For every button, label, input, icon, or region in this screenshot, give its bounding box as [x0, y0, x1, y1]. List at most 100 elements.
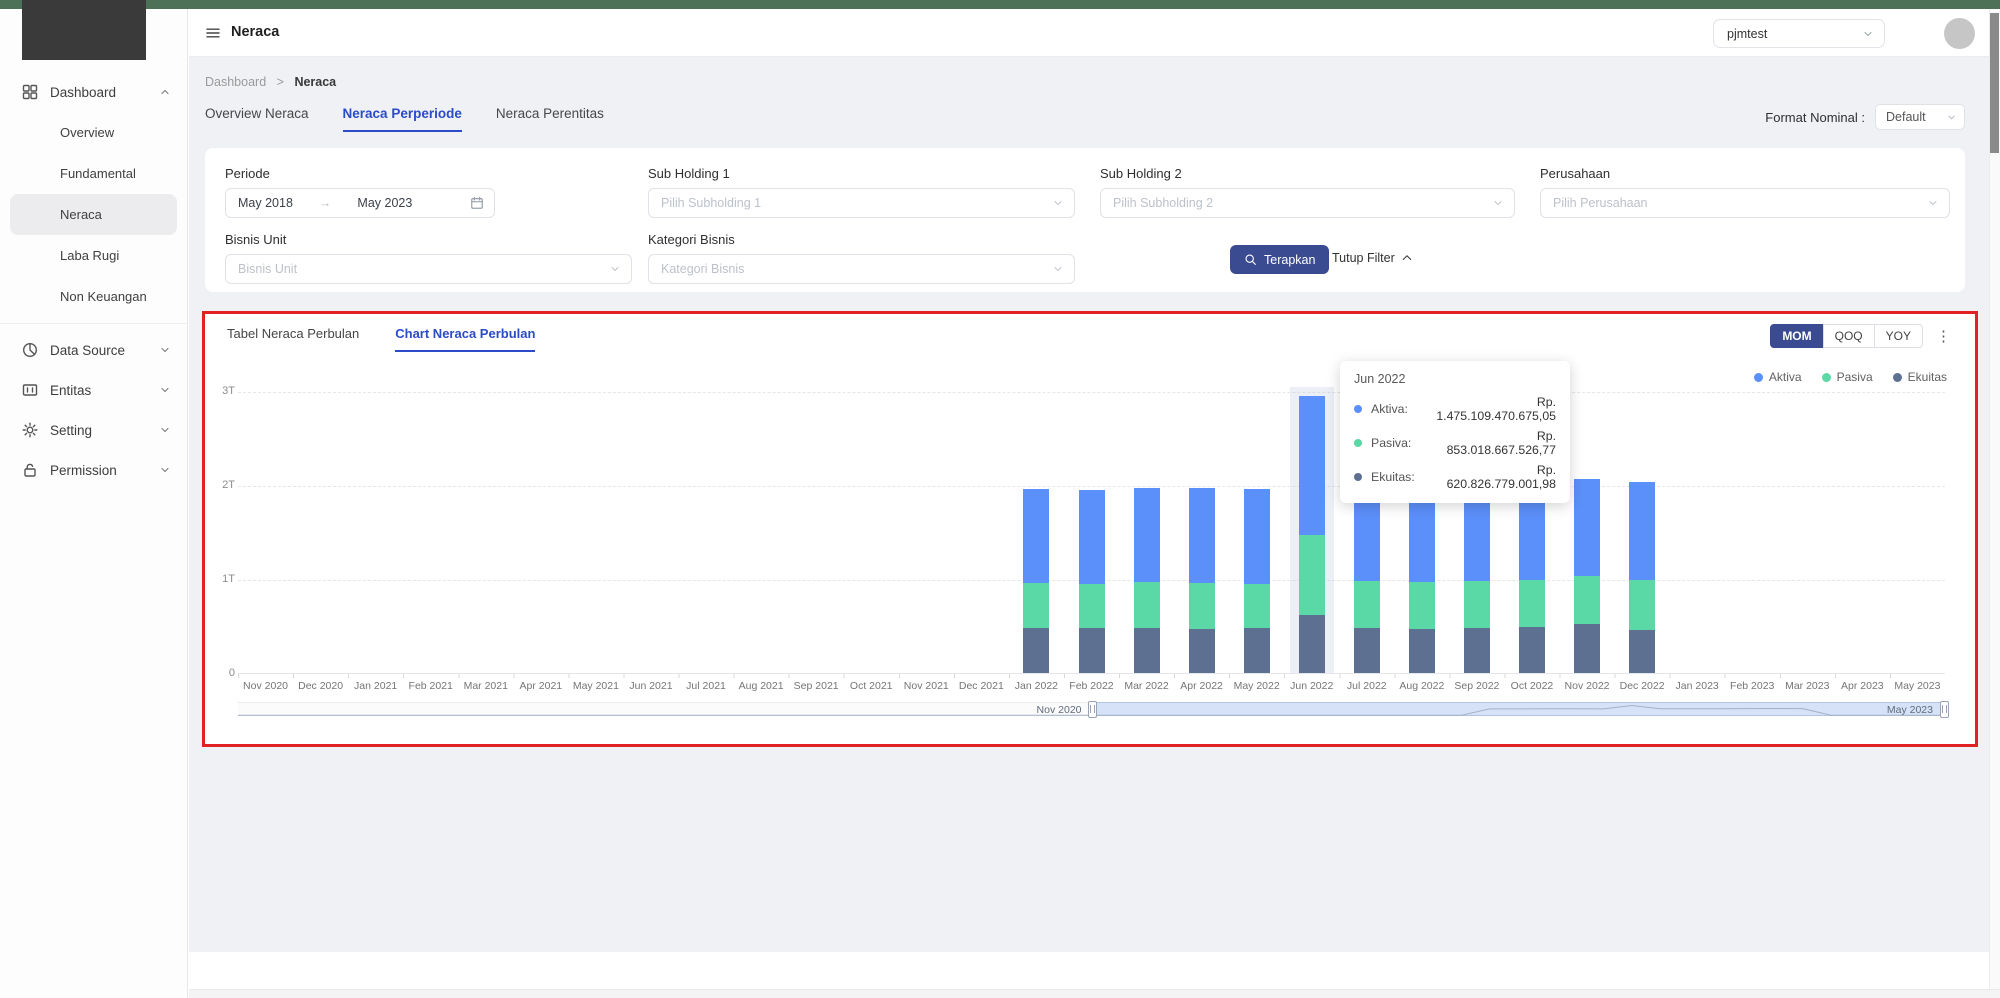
kategori-bisnis-label: Kategori Bisnis [648, 232, 735, 247]
bar-segment-pasiva[interactable] [1629, 580, 1655, 630]
bar-segment-aktiva[interactable] [1299, 396, 1325, 535]
plot-area[interactable] [238, 392, 1945, 674]
bar-segment-pasiva[interactable] [1079, 584, 1105, 628]
sub-holding-2-label: Sub Holding 2 [1100, 166, 1182, 181]
legend-item-pasiva[interactable]: Pasiva [1822, 370, 1873, 384]
datazoom-end-handle[interactable] [1940, 701, 1949, 718]
bar-segment-ekuitas[interactable] [1464, 628, 1490, 673]
sidebar-item-dashboard[interactable]: Dashboard [0, 72, 187, 112]
tooltip-series-value: Rp. 620.826.779.001,98 [1429, 463, 1556, 491]
legend-item-ekuitas[interactable]: Ekuitas [1893, 370, 1947, 384]
sidebar-item-laba-rugi[interactable]: Laba Rugi [10, 235, 177, 276]
bar-segment-pasiva[interactable] [1189, 583, 1215, 629]
sidebar-item-data-source[interactable]: Data Source [0, 330, 187, 370]
bar-segment-pasiva[interactable] [1023, 583, 1049, 628]
bar-segment-pasiva[interactable] [1354, 581, 1380, 628]
horizontal-scrollbar-track[interactable] [189, 989, 2000, 998]
bar-segment-aktiva[interactable] [1079, 490, 1105, 584]
chevron-down-icon [159, 344, 171, 356]
tab-neraca-perentitas[interactable]: Neraca Perentitas [496, 106, 604, 132]
bar-segment-pasiva[interactable] [1134, 582, 1160, 628]
avatar[interactable] [1944, 18, 1975, 49]
y-axis-labels: 3T2T1T0 [211, 392, 237, 674]
close-filter-link[interactable]: Tutup Filter [1332, 251, 1413, 265]
user-select[interactable]: pjmtest [1713, 19, 1885, 48]
bar-segment-aktiva[interactable] [1629, 482, 1655, 580]
bar-segment-ekuitas[interactable] [1079, 628, 1105, 673]
x-axis-label: May 2023 [1890, 680, 1945, 692]
tab-tabel-neraca-perbulan[interactable]: Tabel Neraca Perbulan [227, 326, 359, 352]
app-header: Neraca pjmtest [189, 9, 2000, 57]
legend-label: Pasiva [1837, 370, 1873, 384]
bar-segment-aktiva[interactable] [1574, 479, 1600, 576]
period-button-yoy[interactable]: YOY [1874, 324, 1923, 348]
sub-holding-1-select[interactable]: Pilih Subholding 1 [648, 188, 1075, 218]
bar-segment-pasiva[interactable] [1464, 581, 1490, 628]
bar-segment-ekuitas[interactable] [1574, 624, 1600, 673]
x-axis-label: May 2021 [568, 680, 623, 692]
format-nominal-value: Default [1886, 110, 1926, 124]
breadcrumb-parent[interactable]: Dashboard [205, 75, 266, 89]
kategori-bisnis-select[interactable]: Kategori Bisnis [648, 254, 1075, 284]
bar-segment-aktiva[interactable] [1134, 488, 1160, 582]
bar-segment-pasiva[interactable] [1574, 576, 1600, 624]
x-axis-label: Aug 2022 [1394, 680, 1449, 692]
hamburger-menu-icon[interactable] [205, 25, 221, 41]
sub-holding-2-select[interactable]: Pilih Subholding 2 [1100, 188, 1515, 218]
legend-item-aktiva[interactable]: Aktiva [1754, 370, 1802, 384]
bar-segment-ekuitas[interactable] [1189, 629, 1215, 673]
period-button-mom[interactable]: MOM [1770, 324, 1823, 348]
tooltip-series-label: Ekuitas: [1371, 470, 1429, 484]
sidebar-item-non-keuangan[interactable]: Non Keuangan [10, 276, 177, 317]
chart-legend: Aktiva Pasiva Ekuitas [1754, 370, 1947, 384]
sidebar-item-permission[interactable]: Permission [0, 450, 187, 490]
bar-segment-aktiva[interactable] [1189, 488, 1215, 583]
bar-segment-ekuitas[interactable] [1629, 630, 1655, 673]
perusahaan-select[interactable]: Pilih Perusahaan [1540, 188, 1950, 218]
bar-segment-ekuitas[interactable] [1299, 615, 1325, 673]
sidebar-nav: DashboardOverviewFundamentalNeracaLaba R… [0, 72, 187, 490]
sidebar-item-entitas[interactable]: Entitas [0, 370, 187, 410]
vertical-scrollbar-thumb[interactable] [1990, 13, 1999, 153]
vertical-scrollbar-track[interactable] [1989, 9, 2000, 998]
bar-segment-ekuitas[interactable] [1134, 628, 1160, 673]
bar-segment-aktiva[interactable] [1244, 489, 1270, 584]
bar-segment-pasiva[interactable] [1299, 534, 1325, 614]
datazoom-start-handle[interactable] [1088, 701, 1097, 718]
sidebar-item-setting[interactable]: Setting [0, 410, 187, 450]
sidebar-item-neraca[interactable]: Neraca [10, 194, 177, 235]
filter-card: Periode May 2018 → May 2023 Sub Holding … [205, 148, 1965, 292]
tab-overview-neraca[interactable]: Overview Neraca [205, 106, 309, 132]
tab-neraca-perperiode[interactable]: Neraca Perperiode [343, 106, 462, 132]
bar-segment-ekuitas[interactable] [1354, 628, 1380, 673]
periode-range-input[interactable]: May 2018 → May 2023 [225, 188, 495, 218]
sidebar-item-overview[interactable]: Overview [10, 112, 177, 153]
tooltip-series-value: Rp. 853.018.667.526,77 [1429, 429, 1556, 457]
x-axis-label: Dec 2022 [1615, 680, 1670, 692]
tooltip-series-dot [1354, 473, 1362, 481]
chevron-down-icon [1946, 112, 1957, 123]
periode-end-value[interactable]: May 2023 [357, 196, 412, 210]
bar-segment-aktiva[interactable] [1023, 489, 1049, 583]
bar-segment-pasiva[interactable] [1409, 582, 1435, 629]
kebab-menu-icon[interactable]: ⋮ [1936, 327, 1951, 347]
bar-segment-ekuitas[interactable] [1519, 627, 1545, 673]
bar-segment-pasiva[interactable] [1244, 584, 1270, 628]
bisnis-unit-select[interactable]: Bisnis Unit [225, 254, 632, 284]
bar-segment-ekuitas[interactable] [1244, 628, 1270, 673]
apply-filter-button[interactable]: Terapkan [1230, 245, 1329, 274]
chevron-down-icon [1492, 197, 1504, 209]
x-axis-label: Sep 2021 [789, 680, 844, 692]
sub-holding-2-placeholder: Pilih Subholding 2 [1113, 196, 1213, 210]
bar-segment-ekuitas[interactable] [1023, 628, 1049, 673]
sidebar-item-fundamental[interactable]: Fundamental [10, 153, 177, 194]
bar-segment-ekuitas[interactable] [1409, 629, 1435, 673]
bar-segment-pasiva[interactable] [1519, 580, 1545, 627]
period-button-qoq[interactable]: QOQ [1823, 324, 1875, 348]
annotation-highlight-box: Tabel Neraca Perbulan Chart Neraca Perbul… [202, 311, 1978, 747]
chevron-down-icon [1052, 197, 1064, 209]
periode-start-value[interactable]: May 2018 [238, 196, 293, 210]
datazoom-slider[interactable]: Nov 2020 May 2023 [238, 702, 1945, 716]
tab-chart-neraca-perbulan[interactable]: Chart Neraca Perbulan [395, 326, 535, 352]
format-nominal-select[interactable]: Default [1875, 104, 1965, 130]
